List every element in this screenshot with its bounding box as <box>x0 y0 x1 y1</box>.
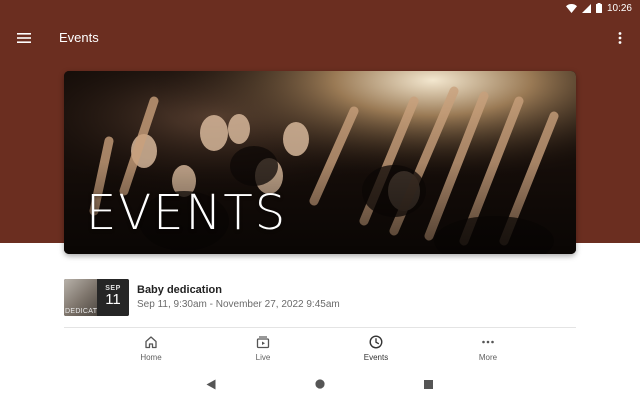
more-vertical-icon <box>618 32 622 44</box>
more-horizontal-icon <box>482 340 494 344</box>
page-title: Events <box>59 30 99 45</box>
battery-icon <box>595 3 602 13</box>
status-bar: 10:26 <box>0 0 640 16</box>
back-triangle-icon <box>206 379 216 389</box>
list-divider <box>64 327 576 328</box>
thumbnail-day: 11 <box>105 291 121 308</box>
live-icon <box>256 336 270 349</box>
event-list-item[interactable]: DEDICAT SEP 11 Baby dedication Sep 11, 9… <box>64 277 576 319</box>
status-time: 10:26 <box>606 2 632 14</box>
nav-label-events: Events <box>363 353 389 362</box>
nav-item-live[interactable]: Live <box>233 334 293 366</box>
event-date-range: Sep 11, 9:30am - November 27, 2022 9:45a… <box>137 299 340 310</box>
nav-label-more: More <box>478 353 498 362</box>
home-circle-icon <box>315 379 325 389</box>
thumbnail-caption: DEDICAT <box>65 308 98 315</box>
signal-icon <box>581 3 591 13</box>
menu-button[interactable] <box>12 27 36 49</box>
app-bar: Events <box>0 20 640 56</box>
nav-label-live: Live <box>255 353 271 362</box>
bottom-navigation: Home Live Events More <box>0 330 640 368</box>
banner-heading: EVENTS <box>86 185 288 241</box>
system-navigation-bar <box>0 368 640 400</box>
nav-item-home[interactable]: Home <box>121 334 181 366</box>
clock-icon <box>369 335 383 349</box>
events-banner: EVENTS <box>64 71 576 254</box>
home-icon <box>145 336 157 349</box>
system-recents-button[interactable] <box>421 377 435 391</box>
event-title: Baby dedication <box>137 284 222 296</box>
nav-item-more[interactable]: More <box>458 334 518 366</box>
wifi-icon <box>565 3 577 13</box>
recents-square-icon <box>423 379 433 389</box>
hamburger-menu-icon <box>17 33 31 43</box>
overflow-menu-button[interactable] <box>610 27 630 49</box>
system-home-button[interactable] <box>313 377 327 391</box>
event-thumbnail: DEDICAT SEP 11 <box>64 279 129 316</box>
system-back-button[interactable] <box>204 377 218 391</box>
nav-label-home: Home <box>140 353 162 362</box>
nav-item-events[interactable]: Events <box>346 334 406 366</box>
thumbnail-date-block: SEP 11 <box>97 279 129 316</box>
